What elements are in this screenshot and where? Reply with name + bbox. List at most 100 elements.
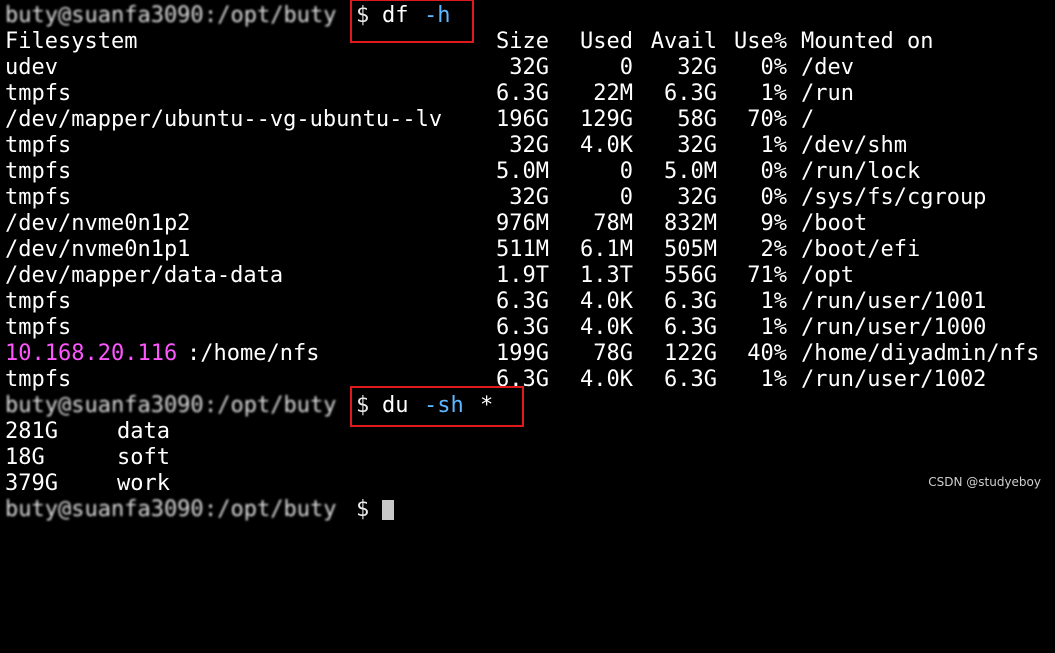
du-row: 379G work xyxy=(5,471,405,497)
du-name: work xyxy=(117,471,170,496)
df-avail: 6.3G xyxy=(664,81,717,106)
du-name: soft xyxy=(117,445,170,470)
df-header-row: Filesystem Size Used Avail Use% Mounted … xyxy=(5,29,1045,55)
df-filesystem: udev xyxy=(5,55,58,80)
df-mount: /boot/efi xyxy=(801,237,921,262)
df-mount: /boot xyxy=(801,211,868,236)
df-used: 78M xyxy=(593,211,633,236)
prompt-path: :/opt/buty xyxy=(204,3,337,28)
watermark: CSDN @studyeboy xyxy=(928,475,1041,489)
df-used: 78G xyxy=(593,341,633,366)
prompt-user-host: buty@suanfa3090 xyxy=(5,497,204,522)
df-row: tmpfs 6.3G 4.0K 6.3G 1% /run/user/1000 xyxy=(5,315,1045,341)
df-avail: 32G xyxy=(677,185,717,210)
df-avail: 556G xyxy=(664,263,717,288)
df-filesystem-ip: 10.168.20.116 xyxy=(5,341,178,366)
df-used: 4.0K xyxy=(580,367,633,392)
df-row: 10.168.20.116 :/home/nfs 199G 78G 122G 4… xyxy=(5,341,1045,367)
df-use-pct: 0% xyxy=(760,55,788,80)
df-used: 0 xyxy=(619,185,633,210)
df-filesystem: tmpfs xyxy=(5,81,72,106)
df-mount: /dev/shm xyxy=(801,133,907,158)
df-use-pct: 1% xyxy=(760,81,788,106)
df-size: 511M xyxy=(496,237,549,262)
df-mount: /run xyxy=(801,81,854,106)
du-row: 18G soft xyxy=(5,445,405,471)
df-row: tmpfs 5.0M 0 5.0M 0% /run/lock xyxy=(5,159,1045,185)
prompt-line-du: buty@suanfa3090 :/opt/buty $ du -sh * xyxy=(5,393,1045,419)
df-used: 4.0K xyxy=(580,315,633,340)
cursor[interactable] xyxy=(382,497,394,523)
header-used: Used xyxy=(580,29,633,54)
df-filesystem: /dev/nvme0n1p2 xyxy=(5,211,191,236)
du-row: 281G data xyxy=(5,419,405,445)
df-row: /dev/mapper/data-data 1.9T 1.3T 556G 71%… xyxy=(5,263,1045,289)
df-size: 1.9T xyxy=(496,263,549,288)
df-filesystem: tmpfs xyxy=(5,289,72,314)
df-row: tmpfs 6.3G 4.0K 6.3G 1% /run/user/1001 xyxy=(5,289,1045,315)
df-filesystem: tmpfs xyxy=(5,159,72,184)
du-size: 281G xyxy=(5,419,58,444)
df-used: 4.0K xyxy=(580,289,633,314)
df-size: 32G xyxy=(509,185,549,210)
df-mount: /opt xyxy=(801,263,854,288)
header-avail: Avail xyxy=(650,29,717,54)
df-row: tmpfs 6.3G 22M 6.3G 1% /run xyxy=(5,81,1045,107)
df-size: 32G xyxy=(509,55,549,80)
df-use-pct: 70% xyxy=(747,107,787,132)
df-use-pct: 1% xyxy=(760,133,788,158)
df-row: tmpfs 32G 4.0K 32G 1% /dev/shm xyxy=(5,133,1045,159)
header-mounted-on: Mounted on xyxy=(801,29,934,54)
df-mount: / xyxy=(801,107,815,132)
df-filesystem: tmpfs xyxy=(5,367,72,392)
df-used: 129G xyxy=(580,107,633,132)
prompt-line-current[interactable]: buty@suanfa3090 :/opt/buty $ xyxy=(5,497,505,523)
df-avail: 6.3G xyxy=(664,289,717,314)
df-use-pct: 1% xyxy=(760,289,788,314)
df-use-pct: 9% xyxy=(760,211,788,236)
df-use-pct: 0% xyxy=(760,185,788,210)
df-used: 0 xyxy=(619,159,633,184)
df-avail: 5.0M xyxy=(664,159,717,184)
df-size: 32G xyxy=(509,133,549,158)
prompt-line-df: buty@suanfa3090 :/opt/buty $ df -h xyxy=(5,3,1045,29)
df-mount: /dev xyxy=(801,55,854,80)
df-row: tmpfs 32G 0 32G 0% /sys/fs/cgroup xyxy=(5,185,1045,211)
df-avail: 32G xyxy=(677,55,717,80)
terminal-window[interactable]: buty@suanfa3090 :/opt/buty $ df -h Files… xyxy=(5,0,1055,522)
df-used: 22M xyxy=(593,81,633,106)
df-filesystem: tmpfs xyxy=(5,133,72,158)
du-size: 18G xyxy=(5,445,45,470)
df-use-pct: 2% xyxy=(760,237,788,262)
df-filesystem: tmpfs xyxy=(5,185,72,210)
df-size: 196G xyxy=(496,107,549,132)
cursor-block-icon xyxy=(382,500,394,520)
df-row: /dev/nvme0n1p1 511M 6.1M 505M 2% /boot/e… xyxy=(5,237,1045,263)
df-row: /dev/nvme0n1p2 976M 78M 832M 9% /boot xyxy=(5,211,1045,237)
prompt-symbol: $ xyxy=(356,497,370,522)
df-use-pct: 71% xyxy=(747,263,787,288)
df-used: 4.0K xyxy=(580,133,633,158)
df-mount: /home/diyadmin/nfs xyxy=(801,341,1040,366)
df-size: 6.3G xyxy=(496,289,549,314)
df-filesystem: /dev/nvme0n1p1 xyxy=(5,237,191,262)
df-use-pct: 0% xyxy=(760,159,788,184)
prompt-path: :/opt/buty xyxy=(204,393,337,418)
df-row: tmpfs 6.3G 4.0K 6.3G 1% /run/user/1002 xyxy=(5,367,1045,393)
header-size: Size xyxy=(496,29,549,54)
prompt-user-host: buty@suanfa3090 xyxy=(5,393,204,418)
df-avail: 6.3G xyxy=(664,367,717,392)
df-size: 6.3G xyxy=(496,81,549,106)
prompt-path: :/opt/buty xyxy=(204,497,337,522)
df-used: 0 xyxy=(619,55,633,80)
header-use-pct: Use% xyxy=(734,29,787,54)
df-avail: 122G xyxy=(664,341,717,366)
header-filesystem: Filesystem xyxy=(5,29,138,54)
df-filesystem: :/home/nfs xyxy=(187,341,320,366)
df-mount: /sys/fs/cgroup xyxy=(801,185,987,210)
df-mount: /run/user/1001 xyxy=(801,289,987,314)
df-row: /dev/mapper/ubuntu--vg-ubuntu--lv 196G 1… xyxy=(5,107,1045,133)
df-filesystem: /dev/mapper/data-data xyxy=(5,263,284,288)
du-name: data xyxy=(117,419,170,444)
df-avail: 6.3G xyxy=(664,315,717,340)
